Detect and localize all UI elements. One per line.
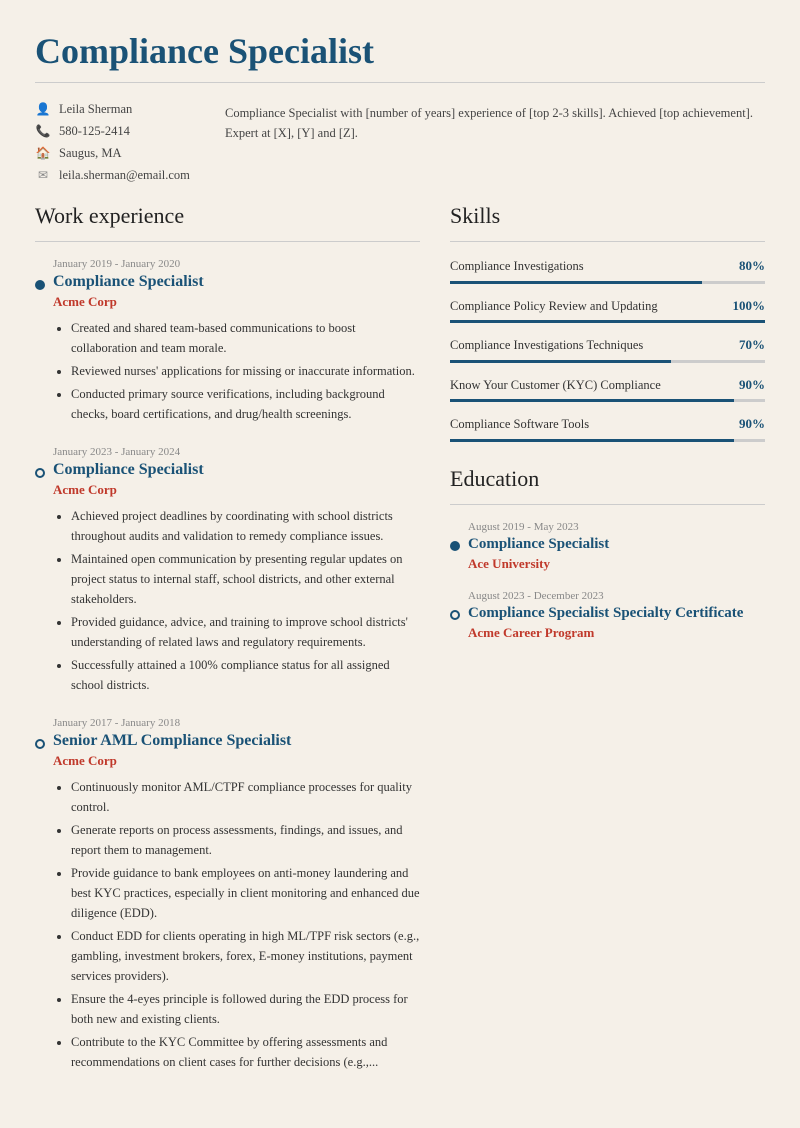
job-entry-3: January 2017 - January 2018 Senior AML C…	[35, 717, 420, 1072]
skill-bar-bg-2	[450, 320, 765, 323]
edu-school-1: Ace University	[468, 556, 765, 572]
education-heading: Education	[450, 466, 765, 492]
skill-bar-fill-1	[450, 281, 702, 284]
skills-heading: Skills	[450, 203, 765, 229]
skill-bar-fill-2	[450, 320, 765, 323]
job-title-2: Compliance Specialist	[53, 461, 420, 479]
skill-bar-bg-4	[450, 399, 765, 402]
bullet-3-5: Ensure the 4-eyes principle is followed …	[71, 989, 420, 1029]
header-divider	[35, 82, 765, 83]
bullet-1-2: Reviewed nurses' applications for missin…	[71, 361, 420, 381]
skill-item-2: Compliance Policy Review and Updating 10…	[450, 298, 765, 324]
job-date-3: January 2017 - January 2018	[53, 717, 420, 729]
job-entry-1: January 2019 - January 2020 Compliance S…	[35, 258, 420, 424]
bullet-3-3: Provide guidance to bank employees on an…	[71, 863, 420, 923]
bullet-1-1: Created and shared team-based communicat…	[71, 318, 420, 358]
job-company-3: Acme Corp	[53, 753, 420, 769]
page-title: Compliance Specialist	[35, 30, 765, 72]
skill-percent-2: 100%	[733, 298, 766, 314]
skill-percent-4: 90%	[739, 377, 765, 393]
contact-summary: 👤 Leila Sherman 📞 580-125-2414 🏠 Saugus,…	[35, 101, 765, 183]
work-divider	[35, 241, 420, 242]
skill-bar-fill-3	[450, 360, 671, 363]
job-company-1: Acme Corp	[53, 294, 420, 310]
bullet-3-6: Contribute to the KYC Committee by offer…	[71, 1032, 420, 1072]
job-date-1: January 2019 - January 2020	[53, 258, 420, 270]
contact-email: ✉ leila.sherman@email.com	[35, 167, 195, 183]
bullet-2-4: Successfully attained a 100% compliance …	[71, 655, 420, 695]
phone-icon: 📞	[35, 123, 51, 139]
skill-name-1: Compliance Investigations	[450, 258, 729, 276]
email-icon: ✉	[35, 167, 51, 183]
skill-item-5: Compliance Software Tools 90%	[450, 416, 765, 442]
edu-entry-2: August 2023 - December 2023 Compliance S…	[450, 590, 765, 641]
job-bullets-3: Continuously monitor AML/CTPF compliance…	[53, 777, 420, 1072]
left-column: Work experience January 2019 - January 2…	[35, 203, 420, 1094]
edu-date-1: August 2019 - May 2023	[468, 521, 765, 533]
contact-name: 👤 Leila Sherman	[35, 101, 195, 117]
person-icon: 👤	[35, 101, 51, 117]
job-title-1: Compliance Specialist	[53, 273, 420, 291]
job-date-2: January 2023 - January 2024	[53, 446, 420, 458]
skill-name-2: Compliance Policy Review and Updating	[450, 298, 723, 316]
skill-item-1: Compliance Investigations 80%	[450, 258, 765, 284]
edu-divider	[450, 504, 765, 505]
job-company-2: Acme Corp	[53, 482, 420, 498]
edu-title-2: Compliance Specialist Specialty Certific…	[468, 605, 765, 622]
job-dot-1	[35, 280, 45, 290]
skill-header-3: Compliance Investigations Techniques 70%	[450, 337, 765, 355]
skill-header-1: Compliance Investigations 80%	[450, 258, 765, 276]
contact-info: 👤 Leila Sherman 📞 580-125-2414 🏠 Saugus,…	[35, 101, 195, 183]
skill-header-4: Know Your Customer (KYC) Compliance 90%	[450, 377, 765, 395]
edu-school-2: Acme Career Program	[468, 625, 765, 641]
job-bullets-2: Achieved project deadlines by coordinati…	[53, 506, 420, 695]
contact-phone: 📞 580-125-2414	[35, 123, 195, 139]
bullet-3-1: Continuously monitor AML/CTPF compliance…	[71, 777, 420, 817]
skill-bar-bg-5	[450, 439, 765, 442]
skill-percent-1: 80%	[739, 258, 765, 274]
summary-text: Compliance Specialist with [number of ye…	[225, 101, 765, 183]
edu-title-1: Compliance Specialist	[468, 536, 765, 553]
right-column: Skills Compliance Investigations 80% Com…	[450, 203, 765, 1094]
edu-dot-2	[450, 610, 460, 620]
edu-date-2: August 2023 - December 2023	[468, 590, 765, 602]
skill-name-3: Compliance Investigations Techniques	[450, 337, 729, 355]
skill-percent-5: 90%	[739, 416, 765, 432]
job-dot-2	[35, 468, 45, 478]
skill-bar-fill-5	[450, 439, 734, 442]
bullet-2-2: Maintained open communication by present…	[71, 549, 420, 609]
bullet-2-1: Achieved project deadlines by coordinati…	[71, 506, 420, 546]
skill-item-3: Compliance Investigations Techniques 70%	[450, 337, 765, 363]
skill-item-4: Know Your Customer (KYC) Compliance 90%	[450, 377, 765, 403]
job-entry-2: January 2023 - January 2024 Compliance S…	[35, 446, 420, 695]
skill-bar-bg-3	[450, 360, 765, 363]
job-dot-3	[35, 739, 45, 749]
edu-entry-1: August 2019 - May 2023 Compliance Specia…	[450, 521, 765, 572]
skill-bar-fill-4	[450, 399, 734, 402]
skill-percent-3: 70%	[739, 337, 765, 353]
bullet-3-4: Conduct EDD for clients operating in hig…	[71, 926, 420, 986]
skill-header-2: Compliance Policy Review and Updating 10…	[450, 298, 765, 316]
bullet-1-3: Conducted primary source verifications, …	[71, 384, 420, 424]
edu-dot-1	[450, 541, 460, 551]
skill-name-5: Compliance Software Tools	[450, 416, 729, 434]
work-experience-heading: Work experience	[35, 203, 420, 229]
skill-header-5: Compliance Software Tools 90%	[450, 416, 765, 434]
bullet-2-3: Provided guidance, advice, and training …	[71, 612, 420, 652]
bullet-3-2: Generate reports on process assessments,…	[71, 820, 420, 860]
skill-bar-bg-1	[450, 281, 765, 284]
job-bullets-1: Created and shared team-based communicat…	[53, 318, 420, 424]
main-content: Work experience January 2019 - January 2…	[35, 203, 765, 1094]
location-icon: 🏠	[35, 145, 51, 161]
contact-location: 🏠 Saugus, MA	[35, 145, 195, 161]
job-title-3: Senior AML Compliance Specialist	[53, 732, 420, 750]
skills-divider	[450, 241, 765, 242]
skill-name-4: Know Your Customer (KYC) Compliance	[450, 377, 729, 395]
